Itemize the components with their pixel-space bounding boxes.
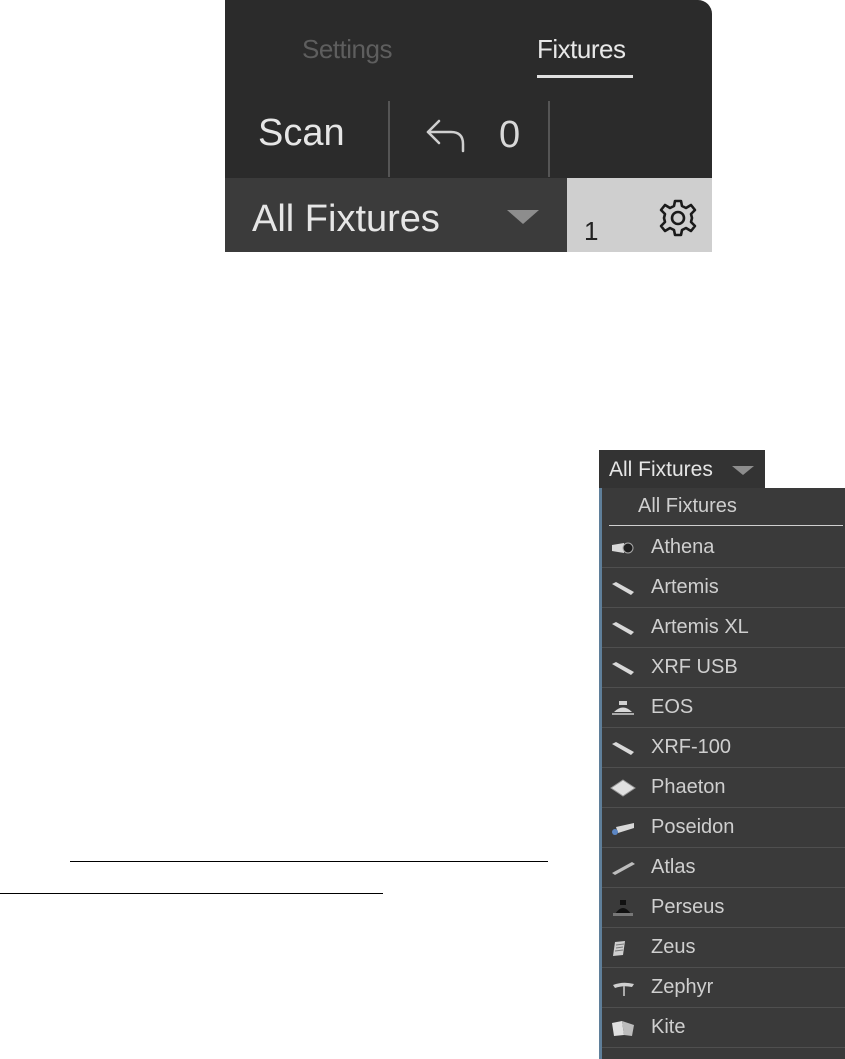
chevron-down-icon — [507, 210, 539, 224]
fixture-type-dropdown[interactable]: All Fixtures — [599, 450, 765, 488]
fixture-count: 1 — [584, 216, 599, 246]
option-label: XRF-100 — [651, 736, 732, 758]
xrf-usb-fixture-icon — [612, 662, 634, 675]
fixture-filter-value: All Fixtures — [252, 198, 440, 240]
option-eos[interactable]: EOS — [602, 688, 845, 728]
option-all-fixtures[interactable]: All Fixtures — [602, 488, 845, 526]
poseidon-fixture-icon — [612, 823, 634, 835]
zeus-fixture-icon — [613, 941, 625, 956]
divider — [609, 525, 843, 526]
zephyr-fixture-icon — [613, 982, 634, 996]
option-label: Poseidon — [651, 816, 735, 838]
option-artemis-xl[interactable]: Artemis XL — [602, 608, 845, 648]
option-label: Athena — [651, 536, 715, 558]
artemis-fixture-icon — [612, 582, 634, 595]
active-tab-indicator — [537, 75, 633, 78]
fixture-type-list: All Fixtures Athena Artemis Artemis XL X… — [599, 488, 845, 1059]
option-label: Artemis — [651, 576, 719, 598]
option-athena[interactable]: Athena — [602, 528, 845, 568]
athena-fixture-icon — [612, 542, 634, 554]
option-label: All Fixtures — [638, 495, 737, 517]
undo-count: 0 — [499, 114, 521, 156]
eos-fixture-icon — [612, 701, 634, 715]
option-poseidon[interactable]: Poseidon — [602, 808, 845, 848]
fixture-count-box: 1 — [567, 178, 712, 252]
option-label: XRF USB — [651, 656, 738, 678]
text-underline — [0, 893, 383, 894]
option-label: EOS — [651, 696, 694, 718]
option-label: Zephyr — [651, 976, 714, 998]
artemis-xl-fixture-icon — [612, 622, 634, 635]
tab-settings[interactable]: Settings — [302, 34, 392, 65]
option-kite[interactable]: Kite — [602, 1008, 845, 1048]
toolbar-divider — [388, 101, 390, 177]
option-label: Perseus — [651, 896, 725, 918]
perseus-fixture-icon — [613, 900, 633, 916]
fixture-filter-dropdown[interactable]: All Fixtures — [225, 178, 567, 252]
option-label: Zeus — [651, 936, 696, 958]
option-label: Artemis XL — [651, 616, 749, 638]
scan-button[interactable]: Scan — [258, 112, 345, 155]
tab-bar: Settings Fixtures — [225, 0, 712, 95]
fixtures-panel: Settings Fixtures Scan 0 All Fixtures 1 — [225, 0, 712, 252]
text-underline — [70, 861, 548, 862]
gear-icon[interactable] — [658, 198, 698, 238]
option-phaeton[interactable]: Phaeton — [602, 768, 845, 808]
toolbar: Scan 0 — [225, 95, 712, 178]
option-zeus[interactable]: Zeus — [602, 928, 845, 968]
atlas-fixture-icon — [612, 862, 635, 875]
option-label: Atlas — [651, 856, 696, 878]
dropdown-selected-value: All Fixtures — [609, 458, 713, 481]
kite-fixture-icon — [612, 1021, 634, 1036]
option-perseus[interactable]: Perseus — [602, 888, 845, 928]
option-xrf-100[interactable]: XRF-100 — [602, 728, 845, 768]
option-label: Phaeton — [651, 776, 726, 798]
option-artemis[interactable]: Artemis — [602, 568, 845, 608]
phaeton-fixture-icon — [610, 779, 636, 797]
tab-fixtures[interactable]: Fixtures — [537, 34, 626, 65]
toolbar-divider — [548, 101, 550, 177]
filter-bar: All Fixtures 1 — [225, 178, 712, 252]
xrf-100-fixture-icon — [612, 742, 634, 755]
chevron-down-icon — [732, 466, 754, 475]
option-zephyr[interactable]: Zephyr — [602, 968, 845, 1008]
undo-icon[interactable] — [423, 113, 468, 158]
option-xrf-usb[interactable]: XRF USB — [602, 648, 845, 688]
option-atlas[interactable]: Atlas — [602, 848, 845, 888]
option-label: Kite — [651, 1016, 686, 1038]
